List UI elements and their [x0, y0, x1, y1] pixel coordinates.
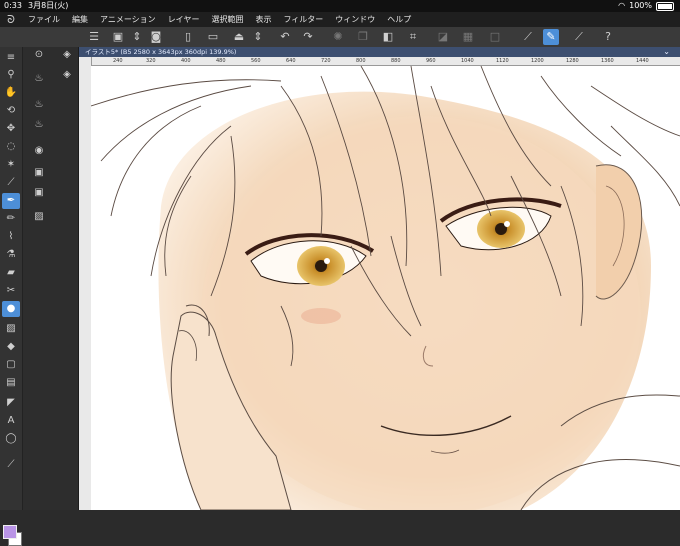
ruler-tick: 800: [356, 58, 366, 64]
tool-palette: ≡ ⚲ ✋ ⟲ ✥ ◌ ✶ ⟋ ✒ ✏ ⌇ ⚗ ▰ ✂ ● ▨ ◆ ▢ ▤ ◤ …: [0, 47, 23, 546]
sub-tool-search-icon[interactable]: ⊙: [31, 47, 47, 63]
menu-bar: ᘐ ファイル 編集 アニメーション レイヤー 選択範囲 表示 フィルター ウィン…: [0, 12, 680, 27]
ruler-tick: 320: [146, 58, 156, 64]
illustration: [91, 66, 680, 510]
canvas-area: イラスト5* (B5 2580 x 3643px 360dpi 139.9%) …: [79, 47, 680, 510]
ruler-tick: 1360: [601, 58, 614, 64]
hand-icon[interactable]: ✋: [2, 85, 20, 101]
eyedropper-icon[interactable]: ⟋: [2, 175, 20, 191]
document-tab-label: イラスト5* (B5 2580 x 3643px 360dpi 139.9%): [85, 48, 237, 56]
palette-grip-icon[interactable]: ≡: [2, 50, 20, 66]
text-icon[interactable]: A: [2, 413, 20, 429]
menu-window[interactable]: ウィンドウ: [329, 14, 381, 25]
drawing-canvas[interactable]: [91, 66, 680, 510]
rule-icon[interactable]: ⟋: [520, 29, 536, 45]
ruler-tick: 1040: [461, 58, 474, 64]
pen-pressure-icon[interactable]: ✎: [543, 29, 559, 45]
battery-level: 100%: [629, 1, 652, 10]
figure-icon[interactable]: ▢: [2, 357, 20, 373]
folder-icon[interactable]: ▨: [31, 209, 47, 225]
ruler-tick: 1280: [566, 58, 579, 64]
ruler-tick: 400: [181, 58, 191, 64]
new-doc-icon[interactable]: ▯: [180, 29, 196, 45]
panel-1-icon[interactable]: ▣: [31, 165, 47, 181]
menu-file[interactable]: ファイル: [22, 14, 66, 25]
decoration-icon[interactable]: ✂: [2, 283, 20, 299]
menu-help[interactable]: ヘルプ: [381, 14, 417, 25]
ruler-tick: 1120: [496, 58, 509, 64]
ruler-tick: 640: [286, 58, 296, 64]
chevron-down-icon[interactable]: ⌄: [663, 47, 670, 57]
ruler-tick: 480: [216, 58, 226, 64]
ruler-tick: 240: [113, 58, 123, 64]
transform-icon[interactable]: ⌗: [405, 29, 421, 45]
brush-size-icon[interactable]: ◉: [31, 143, 47, 159]
frame-icon[interactable]: ▤: [2, 375, 20, 391]
ruler-top: 240 320 400 480 560 640 720 800 880 960 …: [91, 57, 680, 66]
menu-icon[interactable]: ☰: [86, 29, 102, 45]
menu-filter[interactable]: フィルター: [277, 14, 329, 25]
panel-2-icon[interactable]: ▣: [31, 185, 47, 201]
eraser-icon[interactable]: ▰: [2, 265, 20, 281]
camera-icon[interactable]: ◙: [148, 29, 164, 45]
clock: 0:33: [4, 1, 22, 10]
fill-icon[interactable]: ◪: [435, 29, 451, 45]
layers-icon[interactable]: ◈: [59, 67, 75, 83]
wifi-icon: ◠: [618, 1, 626, 10]
new-icon[interactable]: ▣: [110, 29, 126, 45]
drop-2-icon[interactable]: ♨: [31, 97, 47, 113]
ruler-tick: 880: [391, 58, 401, 64]
stepper-icon-2[interactable]: ⇕: [250, 29, 266, 45]
battery-icon: [656, 1, 674, 11]
tone-icon[interactable]: ▦: [460, 29, 476, 45]
zoom-icon[interactable]: ⚲: [2, 67, 20, 83]
ruler-tick: 1200: [531, 58, 544, 64]
busy-icon: ✺: [333, 30, 343, 43]
menu-edit[interactable]: 編集: [66, 14, 94, 25]
status-right: ◠ 100%: [618, 0, 674, 12]
move-icon[interactable]: ✥: [2, 121, 20, 137]
rotate-icon[interactable]: ⟲: [2, 103, 20, 119]
app-logo-icon[interactable]: ᘐ: [0, 13, 22, 27]
ruler-tick: 1440: [636, 58, 649, 64]
airbrush-icon[interactable]: ⚗: [2, 247, 20, 263]
status-bar: 0:33 3月8日(火) ◠ 100%: [0, 0, 680, 12]
ruler-tick: 960: [426, 58, 436, 64]
pen-icon[interactable]: ✒: [2, 193, 20, 209]
redo-icon[interactable]: ↷: [300, 29, 316, 45]
sub-tool-panel: ⊙ ◈ ◈ ♨ ♨ ♨ ◉ ▣ ▣ ▨: [23, 47, 79, 510]
drop-3-icon[interactable]: ♨: [31, 117, 47, 133]
ruler-icon[interactable]: ◤: [2, 395, 20, 411]
lasso-icon[interactable]: ◌: [2, 139, 20, 155]
menu-animation[interactable]: アニメーション: [94, 14, 162, 25]
magic-wand-icon[interactable]: ✶: [2, 157, 20, 173]
document-tab[interactable]: イラスト5* (B5 2580 x 3643px 360dpi 139.9%) …: [79, 47, 680, 57]
fill-tool-icon[interactable]: ◆: [2, 339, 20, 355]
menu-layer[interactable]: レイヤー: [162, 14, 206, 25]
command-bar: ☰ ▣ ⇕ ◙ ▯ ▭ ⏏ ⇕ ↶ ↷ ✺ ❐ ◧ ⌗ ◪ ▦ □ ⟋ ✎ ⟋ …: [0, 27, 680, 48]
copy-icon[interactable]: ❐: [355, 29, 371, 45]
undo-icon[interactable]: ↶: [277, 29, 293, 45]
layer-stack-icon[interactable]: ◈: [59, 47, 75, 63]
drop-icon[interactable]: ♨: [31, 71, 47, 87]
help-icon[interactable]: ?: [600, 29, 616, 45]
line-icon[interactable]: ⟋: [2, 457, 20, 473]
save-icon[interactable]: ⏏: [231, 29, 247, 45]
ruler-tick: 720: [321, 58, 331, 64]
stroke-icon[interactable]: ⟋: [571, 29, 587, 45]
menu-selection[interactable]: 選択範囲: [205, 14, 249, 25]
brush-icon[interactable]: ⌇: [2, 229, 20, 245]
gradient-icon[interactable]: ▨: [2, 321, 20, 337]
balloon-icon[interactable]: ◯: [2, 431, 20, 447]
pencil-icon[interactable]: ✏: [2, 211, 20, 227]
blend-icon[interactable]: ●: [2, 301, 20, 317]
stepper-icon[interactable]: ⇕: [129, 29, 145, 45]
open-icon[interactable]: ▭: [205, 29, 221, 45]
clear-icon[interactable]: □: [487, 29, 503, 45]
menu-view[interactable]: 表示: [249, 14, 277, 25]
ruler-tick: 560: [251, 58, 261, 64]
date: 3月8日(火): [28, 1, 69, 10]
main-color-swatch[interactable]: [3, 525, 17, 539]
paste-icon[interactable]: ◧: [380, 29, 396, 45]
